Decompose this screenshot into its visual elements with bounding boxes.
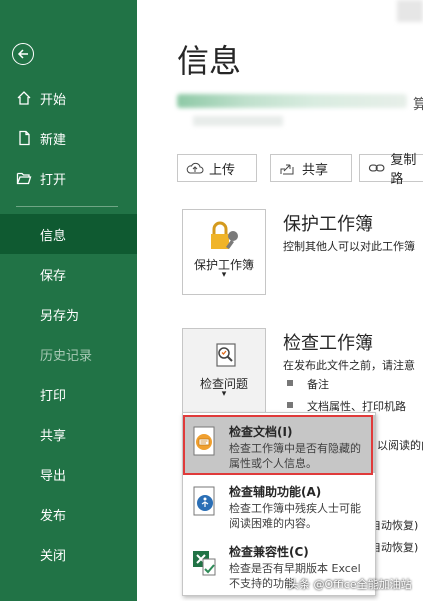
inspect-document-icon [193,426,215,456]
sidebar-item-label: 信息 [40,228,67,244]
inspect-title: 检查工作簿 [283,333,373,354]
menu-item-inspect-document[interactable]: 检查文档(I) 检查工作簿中是否有隐藏的属性或个人信息。 [183,415,375,473]
blurred-region [397,0,423,22]
back-arrow-icon[interactable] [12,43,34,65]
lock-key-icon [211,221,238,249]
new-document-icon [16,130,32,146]
inspect-partial-line: 自动恢复) [370,519,419,532]
watermark-text: 头条 @Office全能加油站 [288,578,412,591]
sidebar-item-home[interactable]: 开始 [0,78,137,118]
menu-item-desc: 检查工作簿中是否有隐藏的属性或个人信息。 [229,442,361,470]
sidebar-item-close[interactable]: 关闭 [0,534,137,574]
menu-item-desc: 检查工作簿中残疾人士可能阅读困难的内容。 [229,502,361,530]
sidebar-item-new[interactable]: 新建 [0,118,137,158]
inspect-partial-line: 自动恢复) [370,541,419,554]
cloud-upload-icon [186,162,204,174]
sidebar-item-info[interactable]: 信息 [0,214,137,254]
copy-path-button[interactable]: 复制路 [359,153,423,187]
file-path-blurred-secondary [193,116,283,126]
page-title: 信息 [177,42,242,80]
sidebar-item-label: 打印 [40,388,67,404]
share-label: 共享 [302,162,329,178]
sidebar-item-share[interactable]: 共享 [0,414,137,454]
share-button[interactable]: 共享 [270,154,352,182]
sidebar-item-label: 打开 [40,172,67,188]
check-issues-button[interactable]: 检查问题 ▾ [182,328,266,414]
bullet-icon [287,402,293,408]
sidebar-item-save[interactable]: 保存 [0,254,137,294]
file-path-blurred [177,94,407,108]
sidebar-item-label: 历史记录 [40,348,93,364]
sidebar-item-label: 导出 [40,468,67,484]
menu-item-check-accessibility[interactable]: 检查辅助功能(A) 检查工作簿中残疾人士可能阅读困难的内容。 [183,475,375,533]
inspect-bullet: 备注 [307,378,329,391]
sidebar-item-print[interactable]: 打印 [0,374,137,414]
link-icon [368,164,385,172]
sidebar-item-label: 新建 [40,132,67,148]
compatibility-check-icon [193,551,216,576]
folder-open-icon [16,170,32,186]
sidebar-item-save-as[interactable]: 另存为 [0,294,137,334]
sidebar-item-label: 发布 [40,508,67,524]
dropdown-caret-icon: ▾ [221,270,227,280]
menu-item-title: 检查辅助功能(A) [229,485,322,499]
inspect-document-icon [216,343,236,367]
accessibility-check-icon [193,486,215,516]
share-arrow-icon [280,164,294,175]
sidebar-item-export[interactable]: 导出 [0,454,137,494]
sidebar-item-label: 另存为 [40,308,80,324]
sidebar-item-open[interactable]: 打开 [0,158,137,198]
sidebar-item-label: 关闭 [40,548,67,564]
protect-title: 保护工作簿 [283,214,373,235]
menu-item-title: 检查文档(I) [229,425,293,439]
copy-path-label: 复制路 [390,153,417,187]
bullet-icon [287,380,293,386]
menu-item-title: 检查兼容性(C) [229,545,309,559]
dropdown-caret-icon: ▾ [221,389,227,399]
file-path-tail: 算 [413,97,423,113]
upload-button[interactable]: 上传 [177,154,257,182]
sidebar-divider [16,206,118,207]
protect-workbook-button[interactable]: 保护工作簿 ▾ [182,209,266,295]
protect-desc: 控制其他人可以对此工作簿 [283,240,415,253]
sidebar-item-history: 历史记录 [0,334,137,374]
sidebar-item-label: 共享 [40,428,67,444]
sidebar-item-label: 保存 [40,268,67,284]
inspect-desc: 在发布此文件之前，请注意 [283,359,415,372]
sidebar-item-publish[interactable]: 发布 [0,494,137,534]
inspect-partial-line: 以阅读的内 [377,439,423,452]
home-icon [16,90,32,106]
upload-label: 上传 [209,162,236,178]
sidebar-item-label: 开始 [40,92,67,108]
check-issues-menu: 检查文档(I) 检查工作簿中是否有隐藏的属性或个人信息。 检查辅助功能(A) 检… [182,412,376,596]
backstage-sidebar: 开始 新建 打开 信息 保存 另存为 历史记录 打印 共享 导出 发布 关闭 [0,0,137,601]
